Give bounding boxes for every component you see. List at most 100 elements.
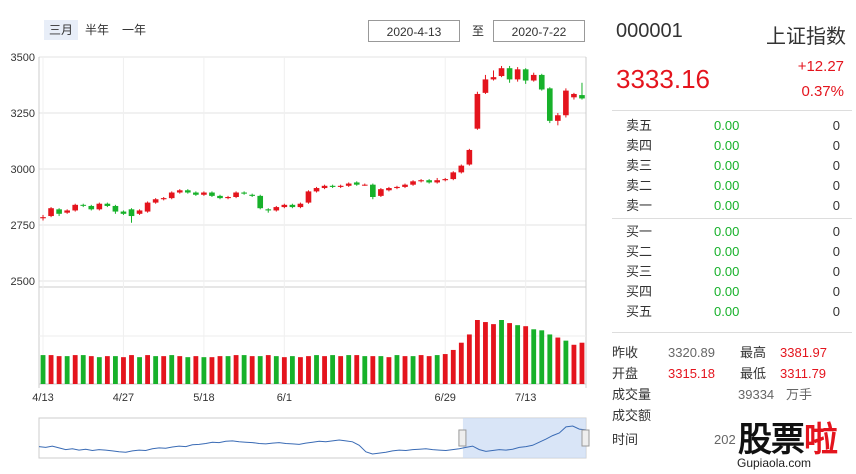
volume-bar bbox=[322, 356, 327, 384]
high-value: 3381.97 bbox=[780, 345, 827, 360]
candle-body bbox=[152, 199, 159, 203]
volume-bar bbox=[539, 330, 545, 384]
volume-bar bbox=[193, 356, 199, 384]
candle-body bbox=[40, 217, 46, 219]
volume-bar bbox=[330, 355, 336, 384]
volume-bar bbox=[394, 355, 400, 384]
volume-bar bbox=[121, 357, 126, 384]
candle-body bbox=[249, 194, 255, 196]
ask-row: 卖五 0.00 0 bbox=[612, 116, 852, 136]
divider bbox=[612, 110, 852, 111]
volume-bar bbox=[56, 356, 62, 384]
volume-bar bbox=[169, 355, 175, 384]
navigator-handle-left[interactable] bbox=[458, 429, 467, 447]
volume-bar bbox=[370, 356, 376, 384]
order-level-label: 买四 bbox=[626, 284, 653, 299]
order-volume: 0 bbox=[832, 138, 840, 153]
volume-bar bbox=[547, 334, 553, 384]
candle-body bbox=[482, 79, 489, 93]
candle-body bbox=[128, 209, 135, 217]
x-tick-label: 6/1 bbox=[277, 392, 292, 404]
candle-body bbox=[321, 185, 328, 189]
volume-bar bbox=[579, 342, 585, 384]
candle-body bbox=[538, 74, 545, 90]
volume-bar bbox=[523, 326, 529, 384]
candle-body bbox=[530, 74, 537, 81]
x-tick-label: 7/13 bbox=[515, 392, 536, 404]
volume-bar bbox=[225, 356, 231, 384]
volume-bar bbox=[515, 325, 521, 384]
navigator-handle-right[interactable] bbox=[581, 429, 590, 447]
ask-row: 卖一 0.00 0 bbox=[612, 196, 852, 216]
volume-bar bbox=[362, 356, 368, 384]
high-label: 最高 bbox=[740, 345, 767, 360]
volume-bar bbox=[72, 355, 78, 384]
volume-bar bbox=[466, 334, 472, 384]
price-change-pct: 0.37% bbox=[801, 83, 844, 100]
order-level-label: 买二 bbox=[626, 244, 653, 259]
candle-body bbox=[120, 211, 127, 214]
volume-bar bbox=[177, 356, 183, 384]
order-level-label: 卖三 bbox=[626, 158, 653, 173]
candle-body bbox=[297, 203, 304, 208]
candle-body bbox=[193, 192, 199, 195]
stock-code: 000001 bbox=[616, 20, 683, 42]
candle-body bbox=[370, 184, 376, 197]
candle-body bbox=[434, 180, 440, 183]
order-level-label: 买五 bbox=[626, 304, 653, 319]
volume-bar bbox=[257, 356, 263, 384]
volume-bar bbox=[386, 357, 392, 384]
order-price: 0.00 bbox=[714, 118, 740, 133]
order-level-label: 卖五 bbox=[626, 118, 653, 133]
y-tick-label: 3000 bbox=[11, 164, 35, 176]
candlestick-chart[interactable]: 2500 2750 3000 3250 3500 4/13 4/27 5/18 6/1 6/29 7… bbox=[0, 0, 600, 474]
divider bbox=[612, 218, 852, 219]
candle-body bbox=[56, 209, 62, 214]
order-level-label: 卖四 bbox=[626, 138, 653, 153]
volume-bar bbox=[64, 356, 70, 384]
x-tick-label: 4/13 bbox=[32, 392, 53, 404]
ask-row: 卖三 0.00 0 bbox=[612, 156, 852, 176]
candle-body bbox=[394, 186, 400, 189]
volume-label: 成交量 bbox=[612, 387, 652, 402]
volume-bar bbox=[306, 356, 311, 384]
navigator-selection bbox=[462, 418, 586, 458]
candle-body bbox=[273, 207, 280, 211]
ask-row: 卖二 0.00 0 bbox=[612, 176, 852, 196]
candle-body bbox=[88, 205, 95, 210]
volume-bar bbox=[249, 356, 255, 384]
order-volume: 0 bbox=[832, 118, 840, 133]
order-price: 0.00 bbox=[714, 178, 740, 193]
candle-body bbox=[233, 192, 239, 197]
candle-body bbox=[458, 165, 465, 173]
volume-bar bbox=[491, 324, 496, 384]
volume-bar bbox=[434, 355, 440, 384]
volume-bar bbox=[483, 322, 488, 384]
volume-bar bbox=[346, 355, 352, 384]
prev-close-label: 昨收 bbox=[612, 345, 639, 360]
volume-bar bbox=[499, 320, 504, 384]
candle-body bbox=[418, 180, 424, 182]
candle-body bbox=[96, 203, 103, 210]
volume-bar bbox=[96, 357, 102, 384]
open-label: 开盘 bbox=[612, 366, 639, 381]
candle-body bbox=[506, 68, 513, 80]
volume-bar bbox=[314, 355, 319, 384]
candle-body bbox=[168, 192, 175, 199]
volume-bar bbox=[298, 357, 303, 384]
volume-bar bbox=[338, 356, 344, 384]
volume-bar bbox=[555, 337, 561, 384]
volume-bar bbox=[474, 320, 480, 384]
candle-body bbox=[514, 69, 521, 80]
order-price: 0.00 bbox=[714, 304, 740, 319]
candle-body bbox=[313, 188, 320, 192]
order-volume: 0 bbox=[832, 264, 840, 279]
candle-body bbox=[104, 203, 111, 206]
candle-body bbox=[329, 185, 336, 187]
volume-bar bbox=[410, 356, 416, 384]
volume-bar bbox=[289, 356, 295, 384]
volume-bar bbox=[201, 357, 207, 384]
prev-close-value: 3320.89 bbox=[668, 345, 715, 360]
candle-body bbox=[386, 188, 392, 191]
candle-body bbox=[64, 210, 70, 213]
